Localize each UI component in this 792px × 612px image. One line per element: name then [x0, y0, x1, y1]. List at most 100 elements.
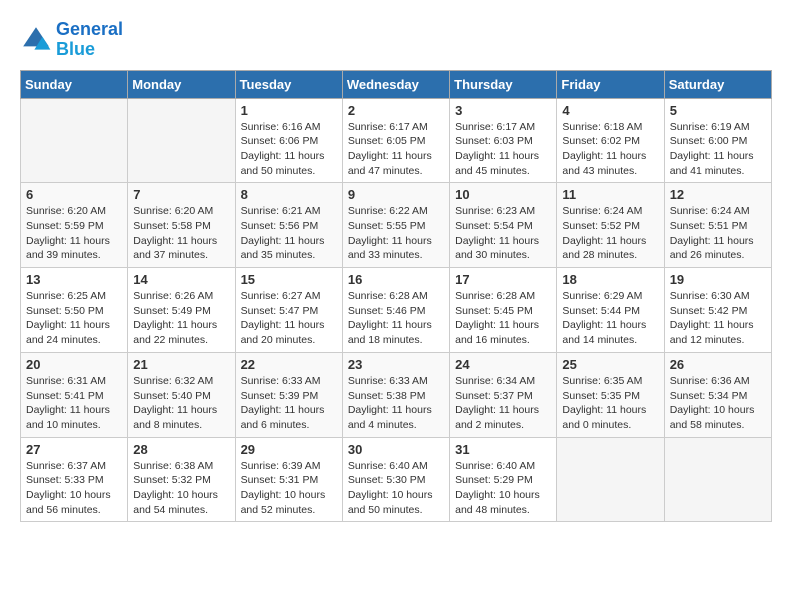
- sunset-text: Sunset: 5:44 PM: [562, 305, 640, 317]
- daylight-text: Daylight: 10 hours and 54 minutes.: [133, 489, 218, 516]
- calendar-cell: 17 Sunrise: 6:28 AM Sunset: 5:45 PM Dayl…: [450, 268, 557, 353]
- week-row-3: 13 Sunrise: 6:25 AM Sunset: 5:50 PM Dayl…: [21, 268, 772, 353]
- daylight-text: Daylight: 10 hours and 48 minutes.: [455, 489, 540, 516]
- sunset-text: Sunset: 5:31 PM: [241, 474, 319, 486]
- calendar-cell: [664, 437, 771, 522]
- day-header-friday: Friday: [557, 70, 664, 98]
- calendar-cell: 31 Sunrise: 6:40 AM Sunset: 5:29 PM Dayl…: [450, 437, 557, 522]
- sunrise-text: Sunrise: 6:28 AM: [348, 290, 428, 302]
- calendar-cell: 29 Sunrise: 6:39 AM Sunset: 5:31 PM Dayl…: [235, 437, 342, 522]
- sunrise-text: Sunrise: 6:21 AM: [241, 205, 321, 217]
- sunrise-text: Sunrise: 6:35 AM: [562, 375, 642, 387]
- sunrise-text: Sunrise: 6:19 AM: [670, 121, 750, 133]
- calendar-cell: 7 Sunrise: 6:20 AM Sunset: 5:58 PM Dayli…: [128, 183, 235, 268]
- sunset-text: Sunset: 6:03 PM: [455, 135, 533, 147]
- daylight-text: Daylight: 11 hours and 47 minutes.: [348, 150, 432, 177]
- sunset-text: Sunset: 5:37 PM: [455, 390, 533, 402]
- daylight-text: Daylight: 11 hours and 43 minutes.: [562, 150, 646, 177]
- sunrise-text: Sunrise: 6:28 AM: [455, 290, 535, 302]
- daylight-text: Daylight: 11 hours and 37 minutes.: [133, 235, 217, 262]
- calendar-cell: 18 Sunrise: 6:29 AM Sunset: 5:44 PM Dayl…: [557, 268, 664, 353]
- daylight-text: Daylight: 11 hours and 30 minutes.: [455, 235, 539, 262]
- day-number: 1: [241, 103, 337, 118]
- sunset-text: Sunset: 5:32 PM: [133, 474, 211, 486]
- calendar-cell: 2 Sunrise: 6:17 AM Sunset: 6:05 PM Dayli…: [342, 98, 449, 183]
- calendar-cell: 30 Sunrise: 6:40 AM Sunset: 5:30 PM Dayl…: [342, 437, 449, 522]
- sunset-text: Sunset: 5:55 PM: [348, 220, 426, 232]
- logo-icon: [20, 24, 52, 56]
- calendar-cell: 15 Sunrise: 6:27 AM Sunset: 5:47 PM Dayl…: [235, 268, 342, 353]
- sunset-text: Sunset: 6:02 PM: [562, 135, 640, 147]
- sunrise-text: Sunrise: 6:16 AM: [241, 121, 321, 133]
- calendar-cell: 6 Sunrise: 6:20 AM Sunset: 5:59 PM Dayli…: [21, 183, 128, 268]
- calendar-cell: 4 Sunrise: 6:18 AM Sunset: 6:02 PM Dayli…: [557, 98, 664, 183]
- day-header-tuesday: Tuesday: [235, 70, 342, 98]
- daylight-text: Daylight: 11 hours and 8 minutes.: [133, 404, 217, 431]
- calendar-table: SundayMondayTuesdayWednesdayThursdayFrid…: [20, 70, 772, 523]
- day-number: 31: [455, 442, 551, 457]
- sunset-text: Sunset: 6:06 PM: [241, 135, 319, 147]
- daylight-text: Daylight: 11 hours and 0 minutes.: [562, 404, 646, 431]
- day-number: 20: [26, 357, 122, 372]
- sunrise-text: Sunrise: 6:24 AM: [562, 205, 642, 217]
- calendar-cell: 28 Sunrise: 6:38 AM Sunset: 5:32 PM Dayl…: [128, 437, 235, 522]
- daylight-text: Daylight: 11 hours and 33 minutes.: [348, 235, 432, 262]
- page-header: GeneralBlue: [20, 20, 772, 60]
- sunset-text: Sunset: 5:51 PM: [670, 220, 748, 232]
- day-header-monday: Monday: [128, 70, 235, 98]
- daylight-text: Daylight: 11 hours and 22 minutes.: [133, 319, 217, 346]
- daylight-text: Daylight: 11 hours and 2 minutes.: [455, 404, 539, 431]
- sunrise-text: Sunrise: 6:40 AM: [455, 460, 535, 472]
- calendar-cell: 9 Sunrise: 6:22 AM Sunset: 5:55 PM Dayli…: [342, 183, 449, 268]
- calendar-cell: [128, 98, 235, 183]
- week-row-4: 20 Sunrise: 6:31 AM Sunset: 5:41 PM Dayl…: [21, 352, 772, 437]
- sunrise-text: Sunrise: 6:40 AM: [348, 460, 428, 472]
- day-number: 23: [348, 357, 444, 372]
- header-row: SundayMondayTuesdayWednesdayThursdayFrid…: [21, 70, 772, 98]
- calendar-cell: [21, 98, 128, 183]
- sunrise-text: Sunrise: 6:32 AM: [133, 375, 213, 387]
- daylight-text: Daylight: 11 hours and 35 minutes.: [241, 235, 325, 262]
- sunset-text: Sunset: 5:59 PM: [26, 220, 104, 232]
- daylight-text: Daylight: 11 hours and 4 minutes.: [348, 404, 432, 431]
- calendar-cell: 12 Sunrise: 6:24 AM Sunset: 5:51 PM Dayl…: [664, 183, 771, 268]
- calendar-cell: 23 Sunrise: 6:33 AM Sunset: 5:38 PM Dayl…: [342, 352, 449, 437]
- calendar-cell: 21 Sunrise: 6:32 AM Sunset: 5:40 PM Dayl…: [128, 352, 235, 437]
- logo: GeneralBlue: [20, 20, 123, 60]
- day-number: 10: [455, 187, 551, 202]
- sunrise-text: Sunrise: 6:38 AM: [133, 460, 213, 472]
- sunrise-text: Sunrise: 6:33 AM: [241, 375, 321, 387]
- sunrise-text: Sunrise: 6:17 AM: [455, 121, 535, 133]
- sunset-text: Sunset: 6:05 PM: [348, 135, 426, 147]
- sunset-text: Sunset: 5:56 PM: [241, 220, 319, 232]
- day-number: 27: [26, 442, 122, 457]
- day-number: 9: [348, 187, 444, 202]
- sunset-text: Sunset: 5:29 PM: [455, 474, 533, 486]
- daylight-text: Daylight: 11 hours and 6 minutes.: [241, 404, 325, 431]
- day-number: 22: [241, 357, 337, 372]
- day-number: 18: [562, 272, 658, 287]
- daylight-text: Daylight: 11 hours and 14 minutes.: [562, 319, 646, 346]
- day-header-sunday: Sunday: [21, 70, 128, 98]
- day-header-saturday: Saturday: [664, 70, 771, 98]
- sunset-text: Sunset: 5:35 PM: [562, 390, 640, 402]
- day-number: 12: [670, 187, 766, 202]
- daylight-text: Daylight: 11 hours and 16 minutes.: [455, 319, 539, 346]
- sunrise-text: Sunrise: 6:31 AM: [26, 375, 106, 387]
- sunrise-text: Sunrise: 6:20 AM: [26, 205, 106, 217]
- sunrise-text: Sunrise: 6:37 AM: [26, 460, 106, 472]
- calendar-cell: 22 Sunrise: 6:33 AM Sunset: 5:39 PM Dayl…: [235, 352, 342, 437]
- week-row-1: 1 Sunrise: 6:16 AM Sunset: 6:06 PM Dayli…: [21, 98, 772, 183]
- day-number: 17: [455, 272, 551, 287]
- daylight-text: Daylight: 11 hours and 18 minutes.: [348, 319, 432, 346]
- calendar-cell: 8 Sunrise: 6:21 AM Sunset: 5:56 PM Dayli…: [235, 183, 342, 268]
- sunset-text: Sunset: 5:45 PM: [455, 305, 533, 317]
- logo-text: GeneralBlue: [56, 20, 123, 60]
- sunset-text: Sunset: 5:46 PM: [348, 305, 426, 317]
- day-number: 19: [670, 272, 766, 287]
- day-number: 28: [133, 442, 229, 457]
- day-number: 29: [241, 442, 337, 457]
- calendar-cell: 16 Sunrise: 6:28 AM Sunset: 5:46 PM Dayl…: [342, 268, 449, 353]
- daylight-text: Daylight: 11 hours and 26 minutes.: [670, 235, 754, 262]
- day-number: 7: [133, 187, 229, 202]
